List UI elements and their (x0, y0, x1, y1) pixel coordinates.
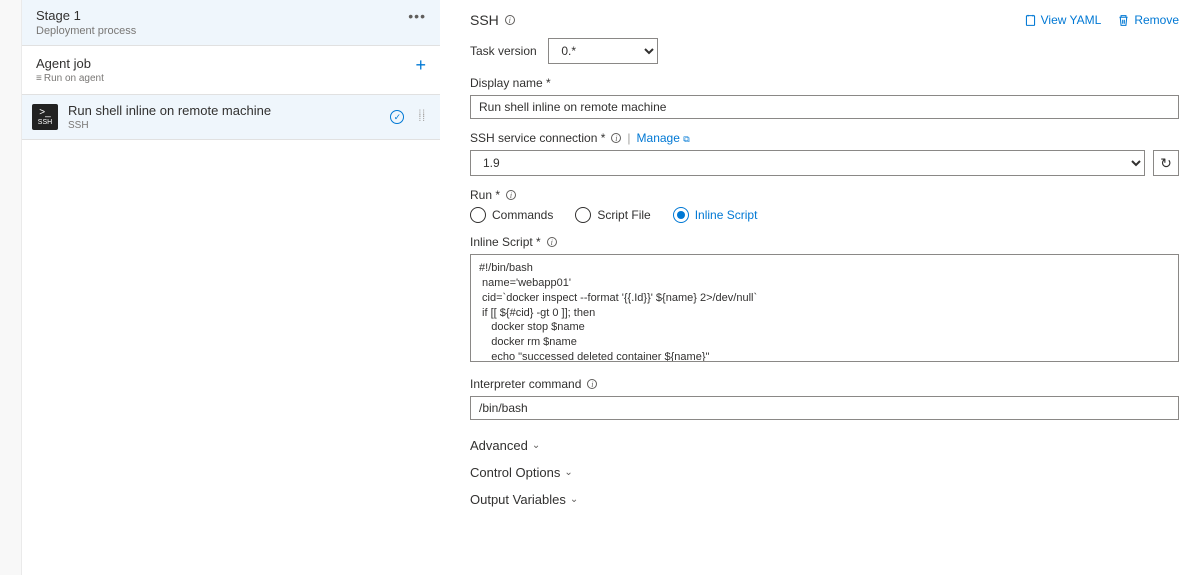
job-title: Agent job (36, 56, 104, 71)
stage-header[interactable]: Stage 1 Deployment process ••• (22, 0, 440, 46)
inline-script-textarea[interactable] (470, 254, 1179, 362)
chevron-down-icon: ⌄ (570, 494, 578, 505)
stage-menu-button[interactable]: ••• (408, 8, 426, 24)
info-icon[interactable]: i (547, 237, 557, 247)
advanced-section[interactable]: Advanced⌄ (470, 432, 1179, 459)
left-gutter (0, 0, 22, 575)
drag-handle-icon[interactable]: ⁞⁞⁞⁞ (418, 113, 426, 121)
display-name-input[interactable] (470, 95, 1179, 119)
radio-inline-script[interactable]: Inline Script (673, 207, 758, 223)
agent-job-row[interactable]: Agent job ≡Run on agent + (22, 46, 440, 95)
refresh-button[interactable]: ↻ (1153, 150, 1179, 176)
task-row-selected[interactable]: >_ SSH Run shell inline on remote machin… (22, 95, 440, 140)
info-icon[interactable]: i (506, 190, 516, 200)
info-icon[interactable]: i (611, 133, 621, 143)
task-title: Run shell inline on remote machine (68, 103, 271, 118)
ssh-connection-label: SSH service connection * i | Manage ⧉ (470, 131, 1179, 145)
run-radio-group: Commands Script File Inline Script (470, 207, 1179, 223)
task-status-check-icon: ✓ (390, 110, 404, 124)
right-panel: SSH i View YAML Remove Task version 0.* … (440, 0, 1201, 575)
task-version-label: Task version (470, 44, 537, 58)
panel-title: SSH i (470, 12, 515, 28)
run-label: Run * i (470, 188, 1179, 202)
task-version-select[interactable]: 0.* (548, 38, 658, 64)
ssh-connection-select[interactable]: 1.9 (470, 150, 1145, 176)
inline-script-label: Inline Script * i (470, 235, 1179, 249)
chevron-down-icon: ⌄ (532, 440, 540, 451)
ssh-task-icon: >_ SSH (32, 104, 58, 130)
info-icon[interactable]: i (587, 379, 597, 389)
interpreter-input[interactable] (470, 396, 1179, 420)
info-icon[interactable]: i (505, 15, 515, 25)
output-variables-section[interactable]: Output Variables⌄ (470, 486, 1179, 513)
chevron-down-icon: ⌄ (564, 467, 572, 478)
interpreter-label: Interpreter command i (470, 377, 1179, 391)
control-options-section[interactable]: Control Options⌄ (470, 459, 1179, 486)
manage-link[interactable]: Manage ⧉ (637, 131, 690, 145)
display-name-label: Display name * (470, 76, 1179, 90)
add-task-button[interactable]: + (415, 56, 426, 74)
radio-script-file[interactable]: Script File (575, 207, 650, 223)
radio-commands[interactable]: Commands (470, 207, 553, 223)
stage-subtitle: Deployment process (36, 25, 136, 37)
left-panel: Stage 1 Deployment process ••• Agent job… (22, 0, 440, 575)
task-version-field: Task version 0.* (470, 38, 1179, 64)
stage-title: Stage 1 (36, 8, 136, 23)
job-subtitle: ≡Run on agent (36, 73, 104, 84)
remove-button[interactable]: Remove (1117, 13, 1179, 27)
task-subtitle: SSH (68, 120, 271, 131)
view-yaml-button[interactable]: View YAML (1024, 13, 1102, 27)
